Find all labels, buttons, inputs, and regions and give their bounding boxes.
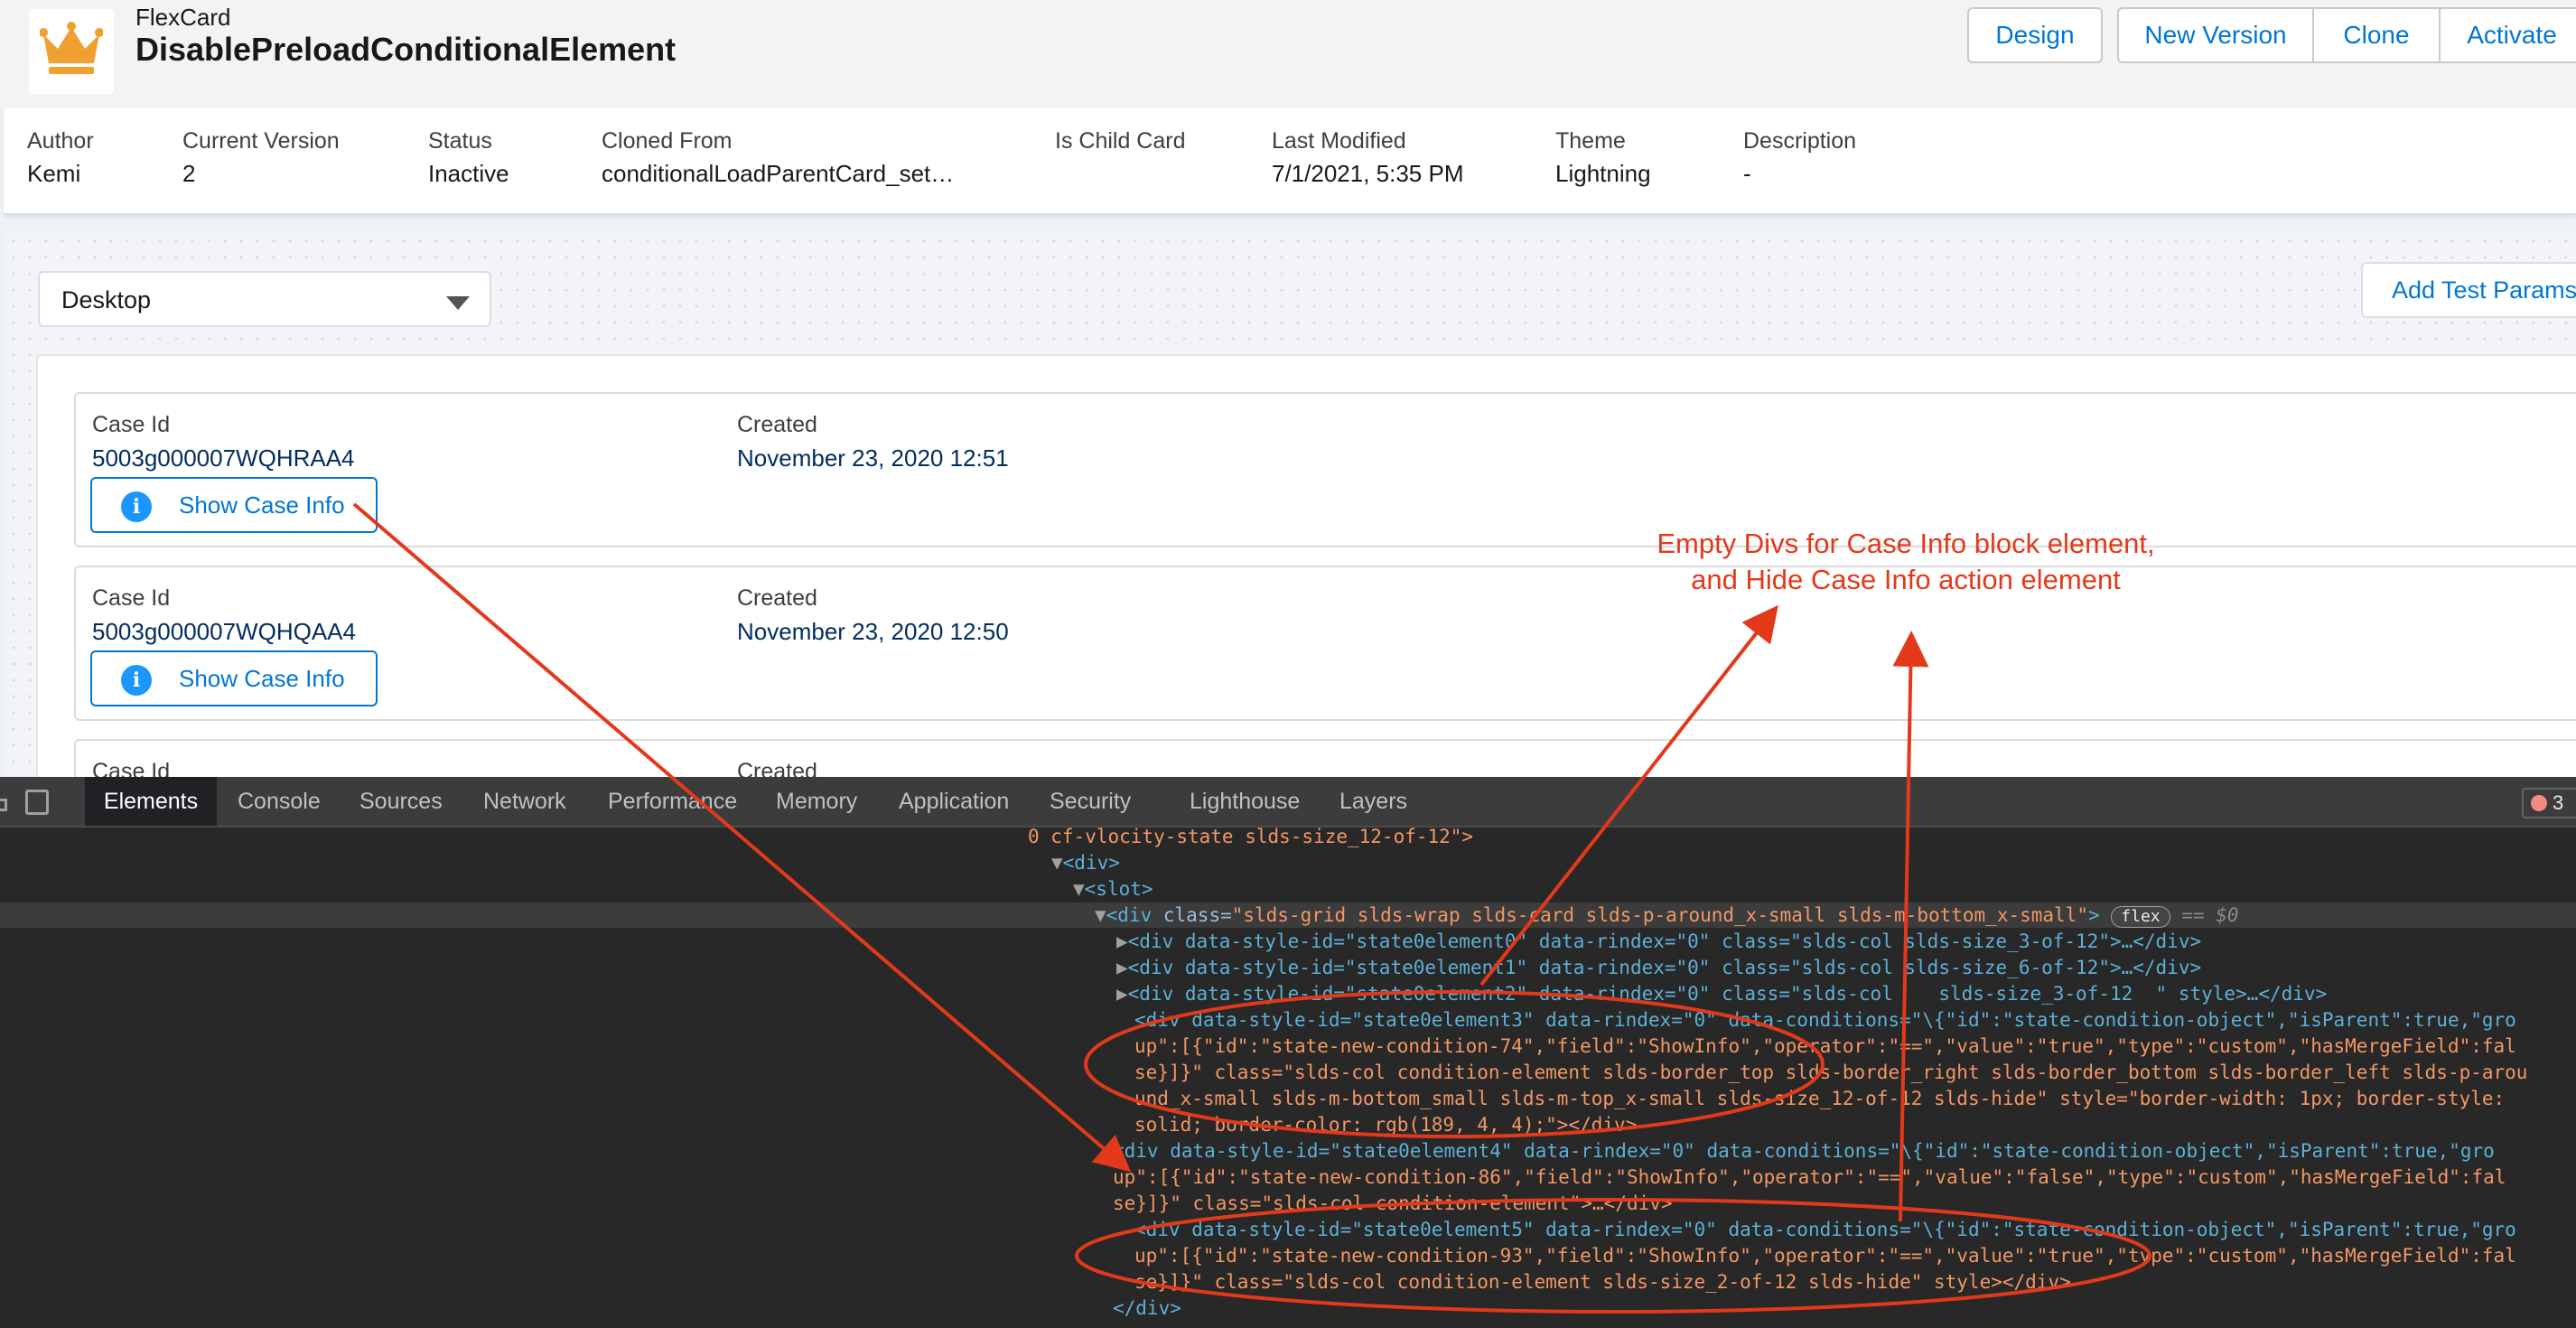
annotation-arrow bbox=[1479, 604, 1778, 987]
annotation-arrow bbox=[1892, 631, 1929, 1222]
annotation-overlay bbox=[352, 502, 2151, 1314]
annotation-ellipse bbox=[1075, 1198, 2151, 1314]
annotation-arrow bbox=[352, 502, 1132, 1173]
annotation-ellipse bbox=[1084, 990, 1825, 1138]
